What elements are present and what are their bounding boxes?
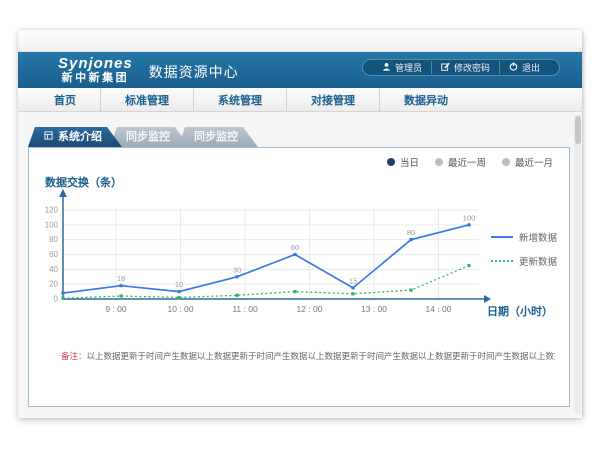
nav-item[interactable]: 数据异动 xyxy=(379,88,472,111)
svg-text:60: 60 xyxy=(49,250,58,259)
logo: Synjones 新中新集团 xyxy=(58,56,133,84)
radio-dot xyxy=(387,158,395,166)
legend-item[interactable]: 新增数据 xyxy=(491,230,569,244)
svg-text:12 : 00: 12 : 00 xyxy=(297,304,323,314)
chart-panel: 当日最近一周最近一月 数据交换（条） 181030601580100020406… xyxy=(28,147,570,407)
radio-dot xyxy=(435,158,443,166)
svg-text:20: 20 xyxy=(49,280,58,289)
window-top-strip xyxy=(18,30,582,52)
svg-text:0: 0 xyxy=(54,295,59,304)
svg-text:13 : 00: 13 : 00 xyxy=(361,304,387,314)
legend-swatch xyxy=(491,236,513,238)
user-menu-logout[interactable]: 退出 xyxy=(499,61,549,74)
scrollbar-track[interactable] xyxy=(574,114,581,414)
svg-text:10 : 00: 10 : 00 xyxy=(168,304,194,314)
nav-item[interactable]: 对接管理 xyxy=(286,88,379,111)
svg-text:100: 100 xyxy=(463,213,476,222)
footnote: 备注：以上数据更新于时间产生数据以上数据更新于时间产生数据以上数据更新于时间产生… xyxy=(61,350,555,362)
legend-item[interactable]: 更新数据 xyxy=(491,254,569,268)
logo-text-en: Synjones xyxy=(58,56,133,71)
chart-legend: 新增数据更新数据 xyxy=(491,230,569,278)
svg-text:11 : 00: 11 : 00 xyxy=(232,304,258,314)
user-menu: 管理员修改密码退出 xyxy=(362,59,560,76)
footnote-prefix: 备注： xyxy=(61,351,87,361)
line-chart: 18 10 30 60 15 80 100 0 20 40 60 80 100 120 9 : 00 10 :… xyxy=(41,188,511,336)
svg-text:60: 60 xyxy=(291,243,299,252)
nav-item[interactable]: 系统管理 xyxy=(193,88,286,111)
svg-text:100: 100 xyxy=(45,220,59,229)
radio-dot xyxy=(502,158,510,166)
footnote-text: 以上数据更新于时间产生数据以上数据更新于时间产生数据以上数据更新于时间产生数据以… xyxy=(87,351,555,361)
filter-radio[interactable]: 最近一周 xyxy=(435,155,486,169)
svg-text:40: 40 xyxy=(49,265,58,274)
tab[interactable]: 系统介绍 xyxy=(28,127,122,147)
user-menu-edit[interactable]: 修改密码 xyxy=(431,61,499,74)
logout-icon xyxy=(509,62,518,73)
tab[interactable]: 同步监控 xyxy=(178,127,258,147)
app-header: Synjones 新中新集团 数据资源中心 管理员修改密码退出 xyxy=(18,52,582,88)
legend-swatch xyxy=(491,260,513,262)
filter-radio[interactable]: 当日 xyxy=(387,155,419,169)
time-range-filters: 当日 最近一周 最近一月 xyxy=(387,155,553,169)
filter-radio[interactable]: 最近一月 xyxy=(502,155,553,169)
content-area: 系统介绍同步监控同步监控 当日最近一周最近一月 数据交换（条） 18103060… xyxy=(18,112,582,418)
svg-text:15: 15 xyxy=(349,276,357,285)
svg-text:14 : 00: 14 : 00 xyxy=(426,304,452,314)
nav-item[interactable]: 标准管理 xyxy=(100,88,193,111)
logo-text-cn: 新中新集团 xyxy=(58,73,133,84)
scrollbar-thumb[interactable] xyxy=(575,116,581,144)
document-icon xyxy=(44,127,53,147)
svg-text:10: 10 xyxy=(175,280,183,289)
svg-text:80: 80 xyxy=(49,235,58,244)
tab[interactable]: 同步监控 xyxy=(110,127,190,147)
svg-text:30: 30 xyxy=(233,265,241,274)
page: Synjones 新中新集团 数据资源中心 管理员修改密码退出 首页标准管理系统… xyxy=(0,0,600,450)
tab-bar: 系统介绍同步监控同步监控 xyxy=(28,127,258,147)
main-nav: 首页标准管理系统管理对接管理数据异动 xyxy=(18,88,582,112)
svg-text:80: 80 xyxy=(407,228,415,237)
user-icon xyxy=(382,62,391,73)
x-axis-title: 日期（小时） xyxy=(487,303,553,319)
app-window: Synjones 新中新集团 数据资源中心 管理员修改密码退出 首页标准管理系统… xyxy=(18,30,582,418)
svg-text:18: 18 xyxy=(117,274,125,283)
nav-item[interactable]: 首页 xyxy=(30,88,100,111)
page-title: 数据资源中心 xyxy=(149,58,239,82)
svg-text:120: 120 xyxy=(45,206,59,215)
edit-icon xyxy=(441,62,450,73)
svg-text:9 : 00: 9 : 00 xyxy=(105,304,127,314)
user-menu-user[interactable]: 管理员 xyxy=(373,61,431,74)
